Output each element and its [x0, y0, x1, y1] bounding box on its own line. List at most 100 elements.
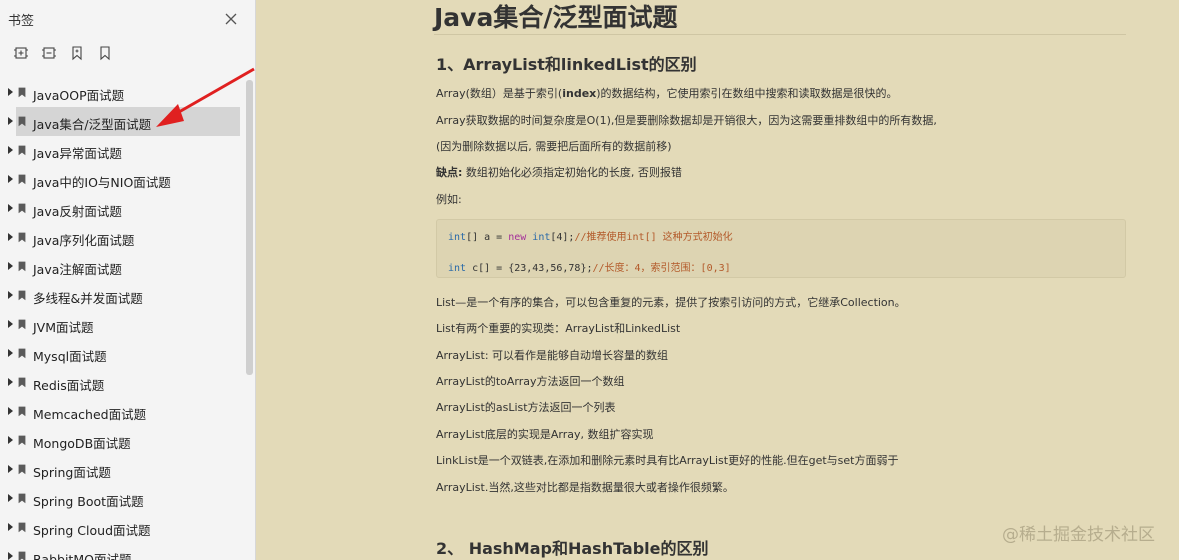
bookmark-item[interactable]: Java序列化面试题: [0, 223, 240, 252]
expand-arrow-icon[interactable]: [8, 407, 13, 415]
bookmark-item[interactable]: RabbitMQ面试题: [0, 542, 240, 560]
expand-arrow-icon[interactable]: [8, 291, 13, 299]
expand-arrow-icon[interactable]: [8, 233, 13, 241]
expand-arrow-icon[interactable]: [8, 436, 13, 444]
code-token: c[] = {23,43,56,78};: [466, 263, 593, 274]
bookmark-label: Spring面试题: [33, 465, 111, 480]
add-bookmark-icon[interactable]: [68, 44, 86, 62]
bookmark-item[interactable]: Redis面试题: [0, 368, 240, 397]
bookmark-item[interactable]: Mysql面试题: [0, 339, 240, 368]
code-token: [] a =: [466, 232, 509, 243]
expand-arrow-icon[interactable]: [8, 378, 13, 386]
expand-all-icon[interactable]: [12, 44, 30, 62]
paragraph: ArrayList底层的实现是Array, 数组扩容实现: [436, 428, 654, 441]
bookmark-label: JavaOOP面试题: [33, 88, 125, 103]
expand-arrow-icon[interactable]: [8, 88, 13, 96]
bookmark-label: JVM面试题: [33, 320, 94, 335]
bookmark-item[interactable]: Java中的IO与NIO面试题: [0, 165, 240, 194]
bookmark-item[interactable]: JVM面试题: [0, 310, 240, 339]
paragraph: Array(数组）是基于索引(index)的数据结构，它使用索引在数组中搜索和读…: [436, 85, 898, 101]
bookmark-label: Java中的IO与NIO面试题: [33, 175, 171, 190]
sidebar-scrollbar[interactable]: [246, 80, 253, 375]
bookmark-sidebar: 书签 JavaOOP面试题 Java集合/泛型面试题 Java异常面试题 Java中的…: [0, 0, 256, 560]
bookmark-item[interactable]: MongoDB面试题: [0, 426, 240, 455]
bookmark-item[interactable]: Java反射面试题: [0, 194, 240, 223]
paragraph: ArrayList的asList方法返回一个列表: [436, 401, 616, 414]
title-divider: [434, 34, 1126, 35]
code-comment: //推荐使用int[] 这种方式初始化: [574, 232, 733, 243]
expand-arrow-icon[interactable]: [8, 262, 13, 270]
paragraph: (因为删除数据以后, 需要把后面所有的数据前移): [436, 140, 672, 153]
bookmark-label: Java反射面试题: [33, 204, 122, 219]
paragraph: LinkList是一个双链表,在添加和删除元素时具有比ArrayList更好的性…: [436, 454, 899, 467]
expand-arrow-icon[interactable]: [8, 175, 13, 183]
bookmark-item[interactable]: 多线程&并发面试题: [0, 281, 240, 310]
bookmark-flag-icon: [18, 261, 26, 272]
collapse-all-icon[interactable]: [40, 44, 58, 62]
bookmark-label: Redis面试题: [33, 378, 105, 393]
bookmark-item[interactable]: JavaOOP面试题: [0, 78, 240, 107]
section-heading-1: 1、ArrayList和linkedList的区别: [436, 55, 697, 74]
sidebar-title: 书签: [8, 14, 35, 29]
paragraph: List—是一个有序的集合，可以包含重复的元素，提供了按索引访问的方式，它继承C…: [436, 296, 906, 309]
code-token: int: [448, 232, 467, 243]
bookmark-flag-icon: [18, 377, 26, 388]
bookmark-flag-icon: [18, 551, 26, 560]
expand-arrow-icon[interactable]: [8, 320, 13, 328]
bookmark-flag-icon: [18, 87, 26, 98]
expand-arrow-icon[interactable]: [8, 146, 13, 154]
close-icon[interactable]: [222, 10, 240, 28]
watermark: @稀土掘金技术社区: [1002, 525, 1155, 545]
code-comment: //长度：4，索引范围：[0,3]: [592, 263, 731, 274]
expand-arrow-icon[interactable]: [8, 523, 13, 531]
bookmark-item[interactable]: Java异常面试题: [0, 136, 240, 165]
bookmark-item[interactable]: Memcached面试题: [0, 397, 240, 426]
expand-arrow-icon[interactable]: [8, 552, 13, 560]
expand-arrow-icon[interactable]: [8, 494, 13, 502]
bookmark-flag-icon: [18, 406, 26, 417]
bookmark-flag-icon: [18, 522, 26, 533]
expand-arrow-icon[interactable]: [8, 204, 13, 212]
paragraph: 例如:: [436, 193, 462, 206]
bookmark-flag-icon: [18, 116, 26, 127]
bookmark-flag-icon: [18, 464, 26, 475]
bookmark-label: Java注解面试题: [33, 262, 122, 277]
bookmark-flag-icon: [18, 435, 26, 446]
section-heading-2: 2、 HashMap和HashTable的区别: [436, 539, 709, 558]
bookmark-item[interactable]: Java注解面试题: [0, 252, 240, 281]
bold-text: index: [562, 87, 597, 100]
bookmark-flag-icon: [18, 203, 26, 214]
bookmark-label: Memcached面试题: [33, 407, 147, 422]
paragraph: 缺点: 数组初始化必须指定初始化的长度, 否则报错: [436, 164, 682, 180]
bookmark-label: Mysql面试题: [33, 349, 107, 364]
bookmark-item[interactable]: Spring面试题: [0, 455, 240, 484]
paragraph: List有两个重要的实现类：ArrayList和LinkedList: [436, 322, 681, 335]
bookmark-item[interactable]: Spring Cloud面试题: [0, 513, 240, 542]
paragraph: ArrayList的toArray方法返回一个数组: [436, 375, 625, 388]
bookmark-flag-icon: [18, 232, 26, 243]
bookmark-label: Spring Cloud面试题: [33, 523, 151, 538]
sidebar-toolbar: [0, 38, 256, 68]
bookmark-flag-icon: [18, 319, 26, 330]
sidebar-header: 书签: [0, 0, 256, 36]
bookmark-label: RabbitMQ面试题: [33, 552, 132, 560]
code-block: int[] a = new int[4];//推荐使用int[] 这种方式初始化…: [436, 219, 1126, 278]
expand-arrow-icon[interactable]: [8, 117, 13, 125]
document-view: Java集合/泛型面试题 1、ArrayList和linkedList的区别 A…: [256, 0, 1179, 560]
code-token: [4];: [550, 232, 575, 243]
bookmark-list: JavaOOP面试题 Java集合/泛型面试题 Java异常面试题 Java中的IO与…: [0, 78, 244, 560]
paragraph: ArrayList: 可以看作是能够自动增长容量的数组: [436, 349, 669, 362]
text: Array(数组）是基于索引(: [436, 87, 563, 100]
code-token: int: [526, 232, 551, 243]
bookmark-flag-icon: [18, 290, 26, 301]
bookmark-item[interactable]: Spring Boot面试题: [0, 484, 240, 513]
bookmark-label: Spring Boot面试题: [33, 494, 144, 509]
bookmark-icon[interactable]: [96, 44, 114, 62]
bookmark-flag-icon: [18, 174, 26, 185]
expand-arrow-icon[interactable]: [8, 349, 13, 357]
expand-arrow-icon[interactable]: [8, 465, 13, 473]
bookmark-label: 多线程&并发面试题: [33, 291, 143, 306]
bookmark-flag-icon: [18, 348, 26, 359]
bold-text: 缺点:: [436, 166, 463, 179]
bookmark-item[interactable]: Java集合/泛型面试题: [0, 107, 240, 136]
